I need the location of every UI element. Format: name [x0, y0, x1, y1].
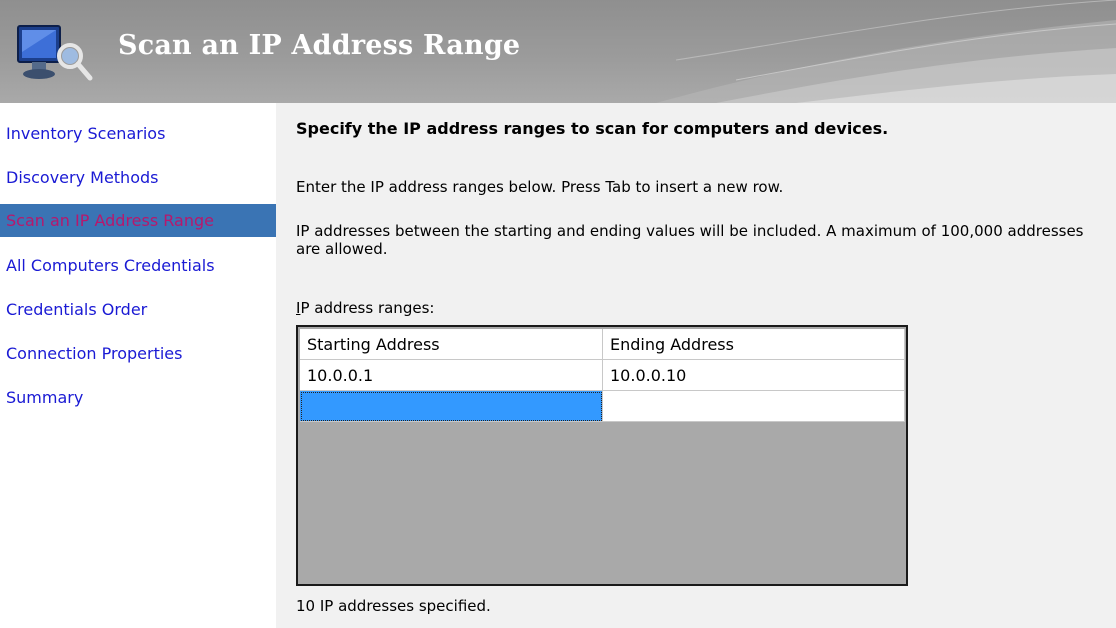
nav-item-connection-properties[interactable]: Connection Properties — [0, 337, 276, 370]
wizard-navigation: Inventory Scenarios Discovery Methods Sc… — [0, 103, 276, 628]
table-row[interactable]: 10.0.0.1 10.0.0.10 — [300, 360, 905, 391]
nav-item-discovery-methods[interactable]: Discovery Methods — [0, 161, 276, 194]
nav-item-summary[interactable]: Summary — [0, 381, 276, 414]
grid-header-row: Starting Address Ending Address — [300, 329, 905, 360]
column-header-starting-address[interactable]: Starting Address — [300, 329, 603, 360]
table-row-new[interactable] — [300, 391, 905, 422]
grid-label: IP address ranges: — [296, 299, 434, 317]
ip-range-grid[interactable]: Starting Address Ending Address 10.0.0.1… — [296, 325, 908, 586]
wizard-banner: Scan an IP Address Range — [0, 0, 1116, 103]
grid-label-text: P address ranges: — [300, 299, 435, 317]
content-heading: Specify the IP address ranges to scan fo… — [296, 119, 889, 138]
ending-address-cell[interactable]: 10.0.0.10 — [603, 360, 905, 391]
nav-item-scan-ip-address-range[interactable]: Scan an IP Address Range — [0, 204, 276, 237]
limit-note: IP addresses between the starting and en… — [296, 222, 1084, 258]
nav-item-all-computers-credentials[interactable]: All Computers Credentials — [0, 249, 276, 282]
banner-wave-decoration — [656, 0, 1116, 103]
wizard-content: Specify the IP address ranges to scan fo… — [276, 103, 1116, 628]
page-title: Scan an IP Address Range — [118, 30, 521, 61]
nav-item-inventory-scenarios[interactable]: Inventory Scenarios — [0, 117, 276, 150]
nav-item-credentials-order[interactable]: Credentials Order — [0, 293, 276, 326]
computer-monitor-icon — [17, 25, 93, 81]
ending-address-cell[interactable] — [603, 391, 905, 422]
status-text: 10 IP addresses specified. — [296, 597, 491, 615]
instruction-text: Enter the IP address ranges below. Press… — [296, 178, 784, 196]
starting-address-cell-selected[interactable] — [300, 391, 603, 422]
starting-address-cell[interactable]: 10.0.0.1 — [300, 360, 603, 391]
column-header-ending-address[interactable]: Ending Address — [603, 329, 905, 360]
